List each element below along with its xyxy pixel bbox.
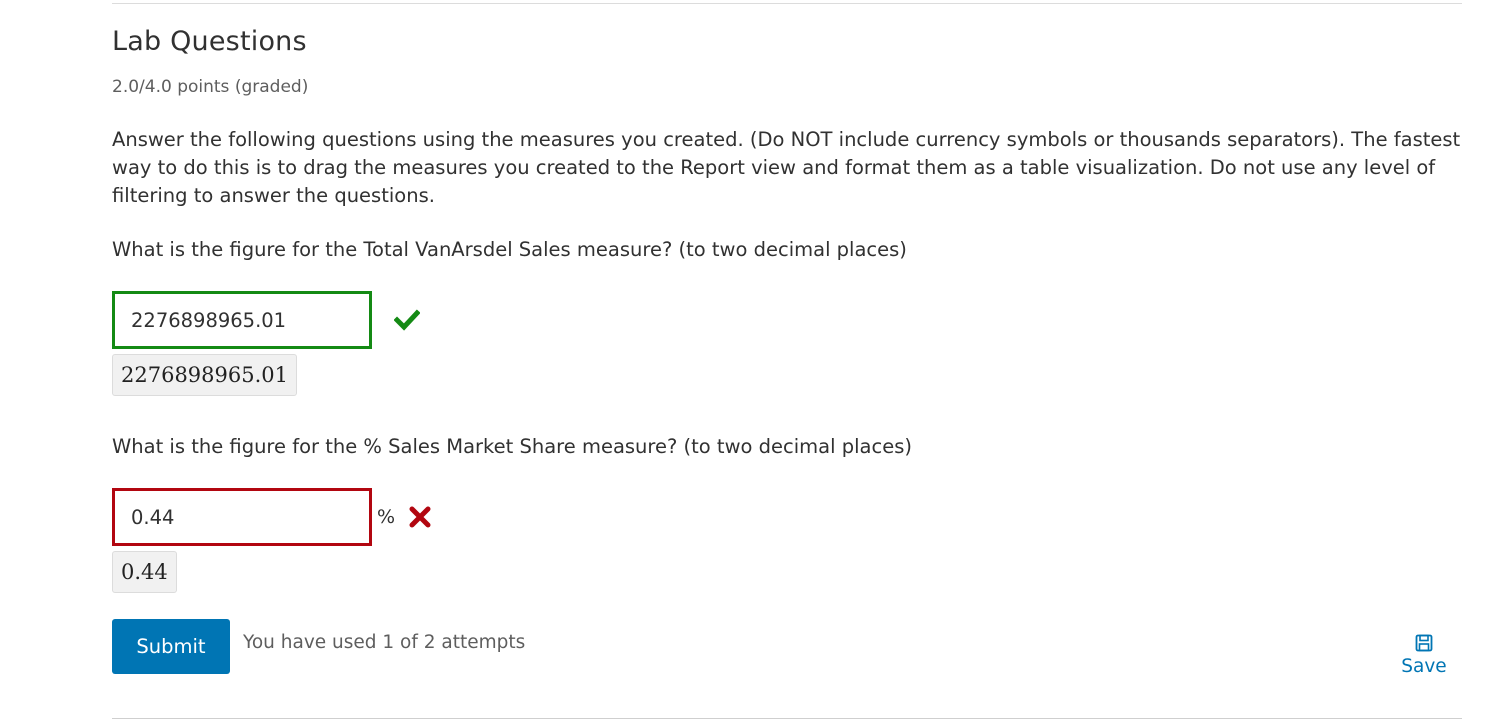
save-button[interactable]: Save xyxy=(1396,634,1452,684)
submit-button[interactable]: Submit xyxy=(112,619,230,674)
floppy-disk-icon xyxy=(1415,634,1433,652)
save-label: Save xyxy=(1401,656,1447,677)
bottom-divider xyxy=(112,718,1462,719)
question-2-text: What is the figure for the % Sales Marke… xyxy=(112,435,912,458)
percent-unit-label: % xyxy=(377,506,396,528)
problem-title: Lab Questions xyxy=(112,26,307,57)
question-1-text: What is the figure for the Total VanArsd… xyxy=(112,238,907,261)
question-1-math-preview: 2276898965.01 xyxy=(112,354,298,396)
question-2-math-preview: 0.44 xyxy=(112,551,177,593)
problem-instructions: Answer the following questions using the… xyxy=(112,128,1461,207)
question-1-answer-input[interactable] xyxy=(112,291,372,349)
points-status: 2.0/4.0 points (graded) xyxy=(112,77,309,97)
attempts-counter: You have used 1 of 2 attempts xyxy=(243,632,526,653)
checkmark-icon xyxy=(394,309,420,331)
cross-icon xyxy=(409,506,431,528)
top-divider xyxy=(112,3,1462,4)
question-2-answer-input[interactable] xyxy=(112,488,372,546)
